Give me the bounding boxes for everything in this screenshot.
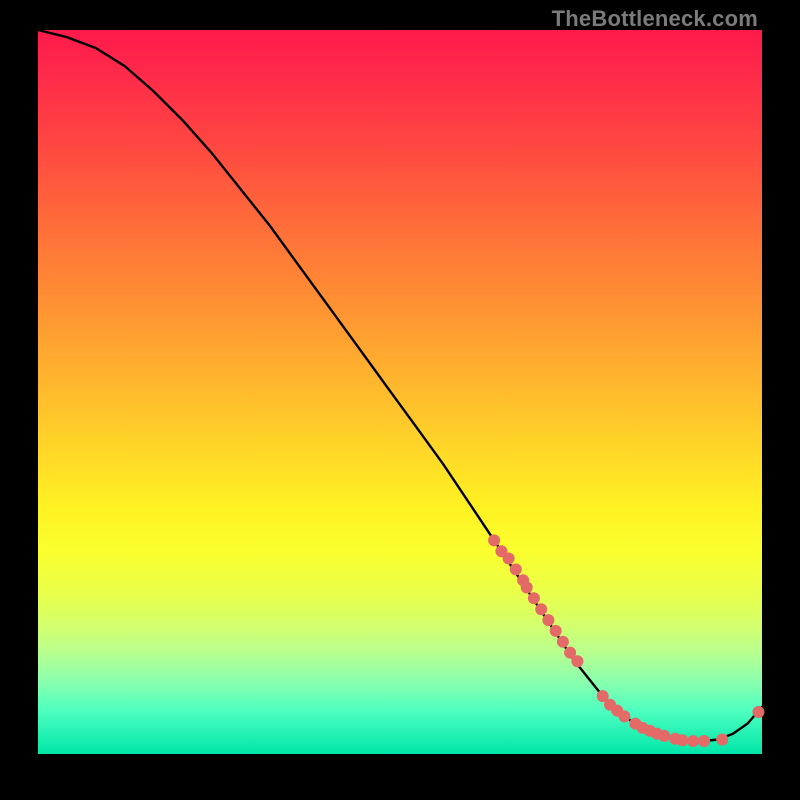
bottleneck-curve-path: [38, 30, 762, 741]
data-point-marker: [550, 625, 562, 637]
data-point-marker: [542, 614, 554, 626]
data-point-marker: [571, 655, 583, 667]
data-point-marker: [658, 730, 670, 742]
data-point-marker: [503, 553, 515, 565]
data-point-marker: [716, 734, 728, 746]
marker-group: [488, 534, 764, 747]
data-point-marker: [698, 735, 710, 747]
chart-stage: TheBottleneck.com: [0, 0, 800, 800]
data-point-marker: [676, 734, 688, 746]
data-point-marker: [521, 582, 533, 594]
watermark-text: TheBottleneck.com: [552, 6, 758, 32]
data-point-marker: [618, 710, 630, 722]
data-point-marker: [488, 534, 500, 546]
chart-svg: [38, 30, 762, 754]
data-point-marker: [510, 563, 522, 575]
data-point-marker: [557, 636, 569, 648]
data-point-marker: [752, 706, 764, 718]
data-point-marker: [535, 603, 547, 615]
data-point-marker: [687, 735, 699, 747]
plot-area: [38, 30, 762, 754]
data-point-marker: [528, 592, 540, 604]
